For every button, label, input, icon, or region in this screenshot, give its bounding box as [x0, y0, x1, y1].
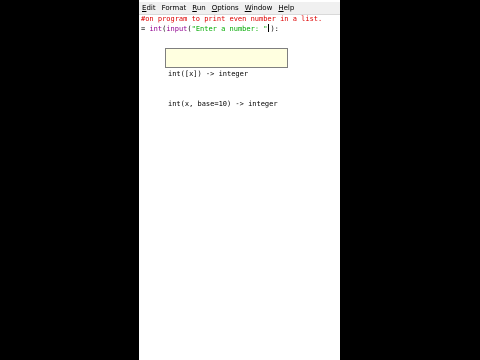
builtin-input: input	[166, 25, 188, 33]
menu-help[interactable]: Help	[275, 2, 297, 14]
menu-window-label: indow	[251, 4, 273, 12]
video-frame: Edit Format Run Options Window Help #on …	[0, 0, 480, 360]
calltip-popup: int([x]) -> integer int(x, base=10) -> i…	[165, 48, 288, 108]
calltip-line-1: int([x]) -> integer	[168, 70, 249, 78]
menu-help-label: elp	[283, 4, 295, 12]
code-editor[interactable]: #on program to print even number in a li…	[139, 14, 340, 360]
menu-edit-label: dit	[146, 4, 156, 12]
menu-format[interactable]: Format	[159, 2, 190, 14]
menu-run-label: un	[196, 4, 206, 12]
code-suffix: ):	[270, 25, 279, 33]
code-line-2: = int(input("Enter a number: "):	[141, 24, 279, 35]
string-literal: "Enter a number: "	[191, 25, 268, 33]
idle-editor-window: Edit Format Run Options Window Help #on …	[139, 0, 340, 360]
menu-edit[interactable]: Edit	[139, 2, 159, 14]
builtin-int: int	[149, 25, 163, 33]
menu-window[interactable]: Window	[242, 2, 276, 14]
menu-format-label: Format	[161, 4, 187, 12]
calltip-line-2: int(x, base=10) -> integer	[168, 100, 278, 108]
menu-options[interactable]: Options	[209, 2, 242, 14]
menu-options-label: ptions	[217, 4, 239, 12]
menu-run[interactable]: Run	[189, 2, 208, 14]
